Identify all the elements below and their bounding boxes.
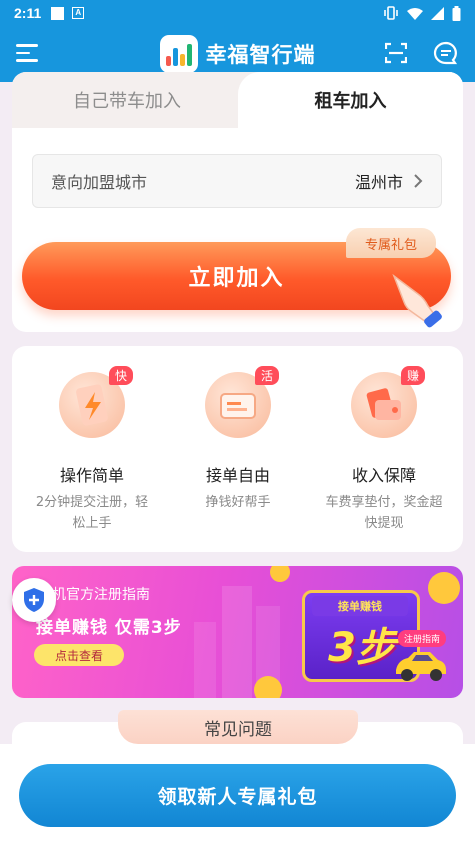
feature-desc: 车费享垫付，奖金超快提现 bbox=[325, 495, 443, 531]
brand: 幸福智行端 bbox=[159, 35, 316, 73]
feature-title: 收入保障 bbox=[351, 466, 416, 485]
city-selector[interactable]: 意向加盟城市 温州市 bbox=[32, 154, 442, 208]
lightning-phone-icon: 快 bbox=[59, 366, 133, 438]
faq-title: 常见问题 bbox=[118, 710, 358, 744]
chat-icon[interactable] bbox=[433, 41, 459, 67]
wifi-icon bbox=[407, 7, 423, 20]
vibrate-icon bbox=[384, 6, 398, 20]
sim-icon bbox=[51, 6, 65, 20]
banner-subtitle: 接单赚钱 仅需3步 bbox=[36, 618, 182, 638]
join-card: 自己带车加入 租车加入 意向加盟城市 温州市 立即加入 专属礼包 bbox=[12, 72, 463, 332]
feature-tag: 赚 bbox=[400, 366, 425, 385]
features-card: 快 操作简单 2分钟提交注册，轻松上手 活 接单自由 挣钱好帮手 赚 收入保障 … bbox=[12, 346, 463, 552]
claim-newcomer-gift-button[interactable]: 领取新人专属礼包 bbox=[19, 764, 456, 827]
shield-plus-icon bbox=[24, 588, 44, 612]
scan-icon[interactable] bbox=[385, 42, 407, 64]
gift-badge: 专属礼包 bbox=[346, 228, 436, 258]
feature-easy: 快 操作简单 2分钟提交注册，轻松上手 bbox=[17, 366, 167, 534]
car-icon bbox=[396, 652, 446, 681]
tab-rent-car[interactable]: 租车加入 bbox=[238, 72, 463, 128]
feature-tag: 活 bbox=[254, 366, 279, 385]
menu-icon[interactable] bbox=[16, 44, 40, 64]
logo-icon bbox=[159, 35, 198, 73]
feature-free: 活 接单自由 挣钱好帮手 bbox=[163, 366, 313, 513]
feature-income: 赚 收入保障 车费享垫付，奖金超快提现 bbox=[309, 366, 459, 534]
app-title: 幸福智行端 bbox=[205, 43, 316, 67]
join-tabs: 自己带车加入 租车加入 bbox=[12, 72, 463, 128]
city-value: 温州市 bbox=[354, 173, 403, 192]
status-time: 2:11 bbox=[14, 5, 42, 21]
tab-self-car[interactable]: 自己带车加入 bbox=[12, 72, 242, 128]
hand-pointer-icon bbox=[392, 273, 442, 328]
signal-icon bbox=[431, 6, 444, 20]
wallet-money-icon: 赚 bbox=[351, 366, 425, 438]
register-guide-banner[interactable]: 机官方注册指南 接单赚钱 仅需3步 点击查看 接单赚钱 3步 注册指南 bbox=[12, 566, 463, 698]
security-shield-button[interactable] bbox=[12, 578, 56, 622]
city-label: 意向加盟城市 bbox=[51, 173, 148, 192]
chevron-right-icon bbox=[414, 174, 423, 188]
battery-icon bbox=[452, 5, 461, 21]
feature-title: 接单自由 bbox=[205, 466, 270, 485]
feature-tag: 快 bbox=[108, 366, 133, 385]
feature-desc: 挣钱好帮手 bbox=[205, 495, 271, 510]
status-bar: 2:11 A bbox=[0, 0, 475, 26]
order-card-icon: 活 bbox=[205, 366, 279, 438]
banner-title: 机官方注册指南 bbox=[52, 587, 150, 603]
feature-desc: 2分钟提交注册，轻松上手 bbox=[35, 495, 149, 531]
view-guide-button[interactable]: 点击查看 bbox=[34, 644, 124, 666]
a-icon: A bbox=[72, 7, 85, 19]
guide-tag: 注册指南 bbox=[398, 630, 447, 647]
steps-header: 接单赚钱 bbox=[312, 596, 408, 616]
bottom-bar: 领取新人专属礼包 bbox=[0, 744, 475, 846]
feature-title: 操作简单 bbox=[59, 466, 124, 485]
